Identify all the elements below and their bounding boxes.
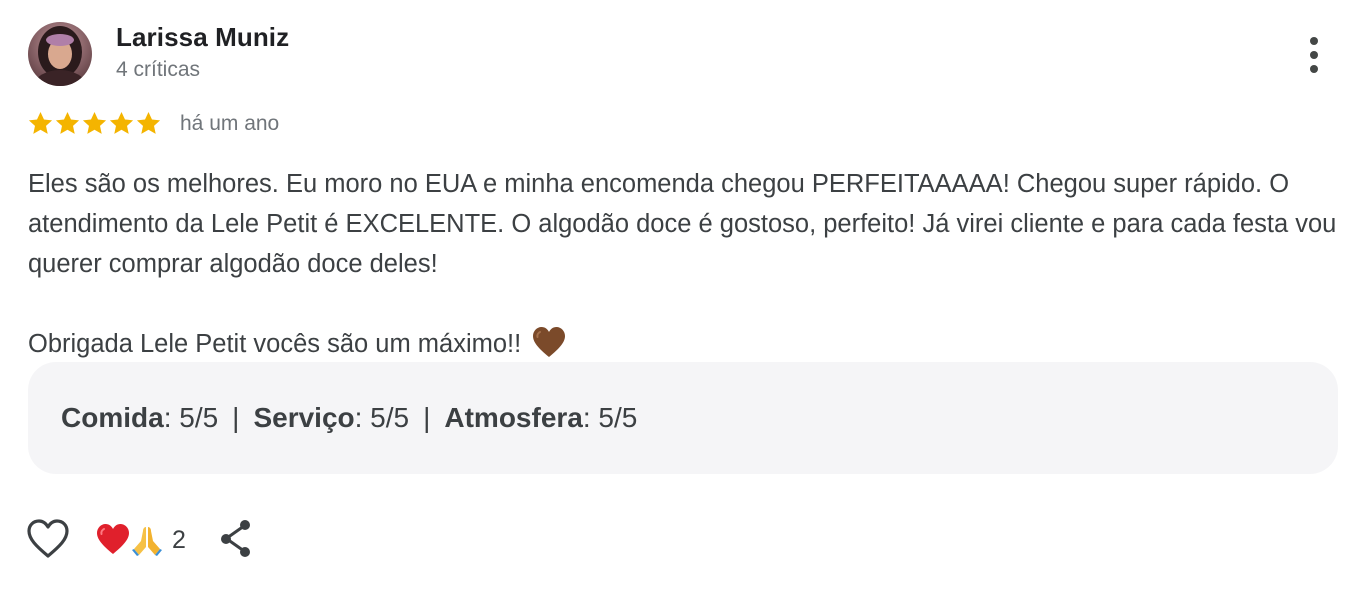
review-paragraph: Obrigada Lele Petit vocês são um máximo!… <box>28 324 1348 364</box>
red-heart-icon <box>96 523 130 557</box>
share-button[interactable] <box>218 519 254 559</box>
star-icon <box>136 112 161 134</box>
separator: | <box>232 402 240 433</box>
service-value: : 5/5 <box>354 402 410 433</box>
food-value: : 5/5 <box>163 402 219 433</box>
like-button[interactable] <box>26 518 70 560</box>
more-vertical-icon <box>1310 37 1318 73</box>
folded-hands-icon <box>130 523 164 557</box>
review-date: há um ano <box>180 112 280 135</box>
brown-heart-icon <box>532 326 566 360</box>
author-name[interactable]: Larissa Muniz <box>116 22 289 53</box>
attribute-ratings-row: Comida: 5/5 | Serviço: 5/5 | Atmosfera: 5/5 <box>61 402 637 434</box>
star-rating <box>27 110 162 137</box>
food-label: Comida <box>61 402 164 433</box>
separator: | <box>423 402 431 433</box>
reactions-summary[interactable]: 2 <box>96 520 186 560</box>
share-icon <box>221 520 250 557</box>
avatar[interactable] <box>28 22 92 86</box>
attribute-ratings: Comida: 5/5 | Serviço: 5/5 | Atmosfera: 5/5 <box>28 362 1338 474</box>
atmosphere-value: : 5/5 <box>582 402 638 433</box>
author-review-count: 4 críticas <box>116 58 201 81</box>
reaction-count: 2 <box>172 525 186 554</box>
review-paragraph: Eles são os melhores. Eu moro no EUA e m… <box>28 170 1337 278</box>
star-icon <box>109 112 134 134</box>
atmosphere-label: Atmosfera <box>444 402 583 433</box>
service-label: Serviço <box>253 402 355 433</box>
more-options-button[interactable] <box>1296 34 1332 76</box>
review-text: Eles são os melhores. Eu moro no EUA e m… <box>28 164 1348 364</box>
star-icon <box>55 112 80 134</box>
star-icon <box>82 112 107 134</box>
review-card: Larissa Muniz 4 críticas há um ano Eles … <box>0 0 1362 600</box>
star-icon <box>28 112 53 134</box>
heart-outline-icon <box>27 519 69 558</box>
